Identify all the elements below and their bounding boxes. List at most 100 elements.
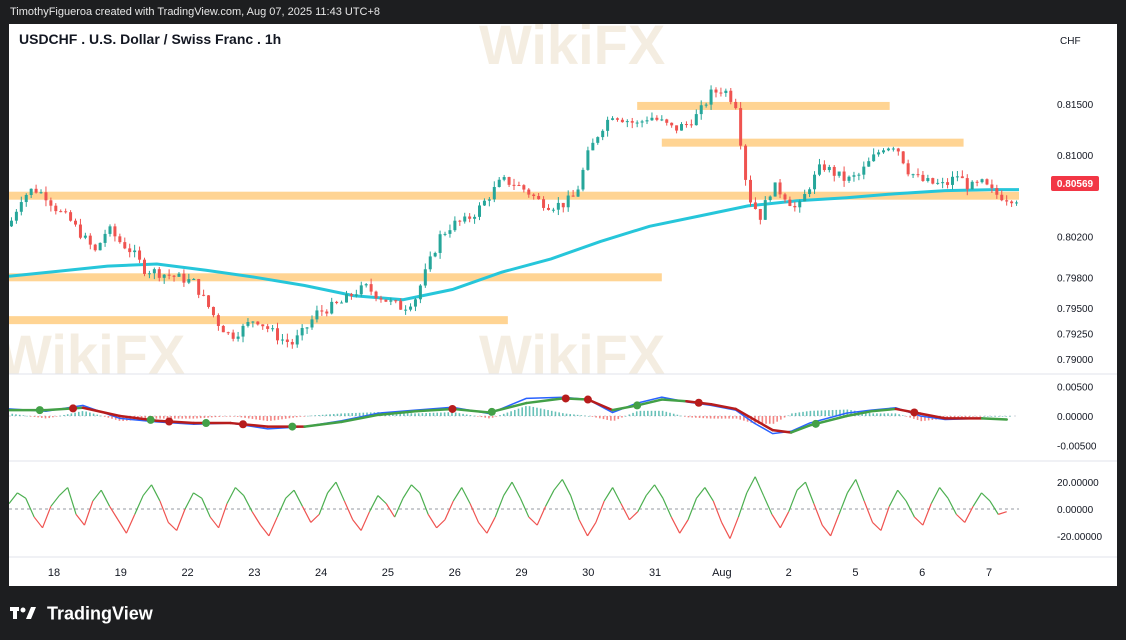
candle-body bbox=[689, 124, 693, 126]
candle-body bbox=[803, 194, 807, 202]
macd-histogram-bar bbox=[639, 410, 642, 416]
macd-histogram-bar bbox=[107, 416, 110, 418]
chart-canvas[interactable]: WikiFX WikiFX WikiFX USDCHF . U.S. Dolla… bbox=[9, 24, 1117, 586]
oscillator-segment bbox=[545, 489, 555, 507]
macd-histogram-bar bbox=[624, 416, 627, 417]
macd-signal-segment bbox=[980, 417, 1008, 421]
oscillator-segment bbox=[570, 495, 580, 520]
sr-zone bbox=[637, 101, 890, 110]
candle-body bbox=[635, 122, 639, 124]
candle-body bbox=[709, 89, 713, 105]
macd-histogram-bar bbox=[772, 416, 775, 424]
candle-body bbox=[788, 199, 792, 206]
price-tick-label: 0.79250 bbox=[1057, 329, 1094, 340]
macd-histogram-bar bbox=[598, 416, 601, 419]
candle-body bbox=[285, 339, 289, 342]
candlestick-series bbox=[9, 85, 1019, 349]
macd-histogram-bar bbox=[809, 410, 812, 416]
candle-body bbox=[778, 182, 782, 195]
candle-body bbox=[734, 101, 738, 109]
macd-histogram-bar bbox=[351, 413, 354, 416]
macd-histogram-bar bbox=[18, 414, 21, 416]
candle-body bbox=[202, 294, 206, 296]
macd-histogram-bar bbox=[273, 416, 276, 421]
macd-histogram-bar bbox=[303, 416, 305, 417]
candle-body bbox=[399, 300, 403, 310]
macd-signal-segment bbox=[771, 428, 793, 434]
oscillator-segment bbox=[461, 487, 471, 504]
candle-body bbox=[276, 328, 280, 341]
candle-body bbox=[54, 205, 58, 212]
chart-panel[interactable]: WikiFX WikiFX WikiFX USDCHF . U.S. Dolla… bbox=[9, 24, 1117, 586]
candle-body bbox=[438, 234, 442, 253]
candle-body bbox=[975, 181, 979, 183]
candle-body bbox=[837, 171, 841, 176]
candle-body bbox=[256, 321, 260, 325]
macd-cross-marker bbox=[811, 419, 820, 428]
candle-body bbox=[487, 199, 491, 201]
attribution-text: TimothyFigueroa created with TradingView… bbox=[10, 6, 381, 18]
candle-body bbox=[1010, 201, 1014, 204]
price-tick-label: 0.81500 bbox=[1057, 100, 1094, 111]
oscillator-segment bbox=[58, 487, 69, 496]
oscillator-segment bbox=[922, 503, 932, 526]
top-bar: TimothyFigueroa created with TradingView… bbox=[0, 0, 1126, 24]
candle-body bbox=[300, 327, 304, 336]
macd-histogram-bar bbox=[1005, 416, 1008, 417]
macd-histogram-bar bbox=[539, 408, 542, 416]
candle-body bbox=[468, 216, 472, 219]
macd-cross-marker bbox=[694, 398, 703, 407]
oscillator-segment bbox=[360, 511, 371, 531]
candle-body bbox=[118, 236, 122, 243]
oscillator-segment bbox=[486, 516, 496, 534]
macd-histogram-bar bbox=[798, 412, 801, 416]
chart-title: USDCHF . U.S. Dollar / Swiss Franc . 1h bbox=[19, 31, 281, 47]
candle-body bbox=[798, 201, 802, 208]
macd-histogram-bar bbox=[525, 406, 527, 416]
macd-histogram-bar bbox=[229, 416, 232, 417]
candle-body bbox=[266, 326, 270, 329]
candle-body bbox=[896, 148, 900, 152]
candle-body bbox=[857, 174, 861, 176]
oscillator-segment bbox=[402, 484, 412, 499]
candle-body bbox=[359, 285, 363, 295]
oscillator-segment bbox=[804, 481, 815, 504]
macd-histogram-bar bbox=[698, 416, 701, 418]
macd-histogram-bar bbox=[547, 410, 549, 416]
macd-histogram-bar bbox=[310, 415, 313, 417]
candle-body bbox=[571, 195, 575, 197]
candle-body bbox=[753, 202, 757, 209]
macd-histogram-bar bbox=[244, 416, 246, 418]
macd-pane bbox=[9, 394, 1019, 435]
oscillator-segment bbox=[830, 514, 840, 537]
macd-histogram-bar bbox=[299, 416, 302, 417]
candle-body bbox=[862, 166, 866, 175]
macd-histogram-bar bbox=[336, 413, 339, 416]
candle-body bbox=[241, 325, 245, 337]
oscillator-segment bbox=[427, 514, 438, 529]
macd-cross-marker bbox=[146, 415, 155, 424]
candle-body bbox=[182, 273, 186, 283]
macd-histogram-bar bbox=[211, 416, 213, 418]
oscillator-segment bbox=[218, 503, 228, 529]
macd-histogram-bar bbox=[266, 416, 269, 422]
candle-body bbox=[374, 291, 378, 299]
macd-histogram-bar bbox=[562, 413, 564, 416]
footer-brand-text: TradingView bbox=[47, 603, 153, 624]
oscillator-segment bbox=[478, 522, 488, 534]
oscillator-segment bbox=[737, 492, 748, 518]
candle-body bbox=[379, 298, 383, 300]
macd-histogram-bar bbox=[550, 410, 553, 416]
candle-body bbox=[310, 319, 314, 328]
macd-histogram-bar bbox=[687, 416, 690, 418]
macd-histogram-bar bbox=[81, 411, 84, 416]
candle-body bbox=[138, 250, 142, 260]
candle-body bbox=[537, 196, 541, 200]
macd-signal-segment bbox=[44, 406, 85, 412]
oscillator-segment bbox=[117, 519, 127, 534]
time-tick-label: 24 bbox=[315, 567, 327, 579]
macd-histogram-bar bbox=[514, 409, 516, 416]
candle-body bbox=[497, 179, 501, 187]
oscillator-segment bbox=[25, 498, 35, 518]
macd-histogram-bar bbox=[702, 416, 705, 419]
